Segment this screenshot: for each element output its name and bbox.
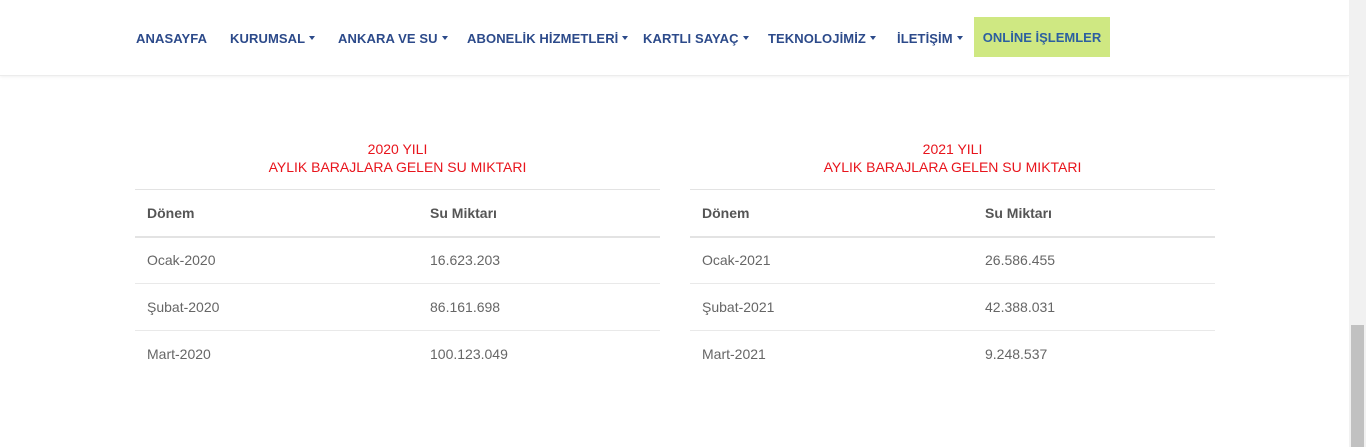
period-cell: Şubat-2020 [135, 283, 418, 331]
table-row: Şubat-2020 86.161.698 [135, 283, 660, 331]
nav-item-iletisim[interactable]: İLETİŞİM [897, 0, 963, 76]
table-title-year: 2020 YILI [367, 141, 428, 157]
caret-down-icon [742, 36, 749, 40]
nav-item-label: ABONELİK HİZMETLERİ [467, 30, 619, 46]
volume-cell: 9.248.537 [985, 346, 1048, 363]
column-header-donem: Dönem [690, 189, 973, 238]
period-cell: Mart-2020 [147, 346, 211, 363]
caret-down-icon [622, 36, 629, 40]
water-volume-table-2021: Dönem Su Miktarı Ocak-2021 26.586.455 Şu… [690, 189, 1215, 378]
table-title: 2020 YILI AYLIK BARAJLARA GELEN SU MIKTA… [135, 130, 660, 189]
nav-item-label: KARTLI SAYAÇ [643, 30, 739, 46]
water-volume-table-2020: Dönem Su Miktarı Ocak-2020 16.623.203 Şu… [135, 189, 660, 378]
nav-item-anasayfa[interactable]: ANASAYFA [136, 0, 207, 76]
vertical-scrollbar[interactable] [1349, 0, 1366, 447]
volume-cell: 26.586.455 [973, 236, 1215, 284]
nav-item-ankara-ve-su[interactable]: ANKARA VE SU [338, 0, 448, 76]
nav-item-label: KURUMSAL [230, 30, 306, 46]
caret-down-icon [869, 36, 876, 40]
table-row: Mart-2020 100.123.049 [135, 331, 660, 378]
table-row: Ocak-2021 26.586.455 [690, 236, 1215, 284]
table-row: Mart-2021 9.248.537 [690, 331, 1215, 378]
nav-item-abonelik-hizmetleri[interactable]: ABONELİK HİZMETLERİ [467, 0, 629, 76]
scrollbar-thumb[interactable] [1351, 325, 1364, 447]
table-row: Şubat-2021 42.388.031 [690, 283, 1215, 331]
nav-item-label: ANKARA VE SU [338, 30, 438, 46]
volume-cell: 86.161.698 [418, 283, 660, 331]
nav-item-kartli-sayac[interactable]: KARTLI SAYAÇ [643, 0, 749, 76]
nav-item-label: ANASAYFA [136, 30, 208, 46]
caret-down-icon [956, 36, 963, 40]
nav-menu: ANASAYFA KURUMSAL ANKARA VE SU ABONELİK … [0, 0, 1349, 76]
volume-cell: 16.623.203 [418, 236, 660, 284]
column-header-donem: Dönem [135, 189, 418, 238]
volume-cell: 100.123.049 [430, 346, 508, 363]
table-title-subtitle: AYLIK BARAJLARA GELEN SU MIKTARI [823, 159, 1082, 175]
period-cell: Şubat-2021 [690, 283, 973, 331]
table-title-subtitle: AYLIK BARAJLARA GELEN SU MIKTARI [268, 159, 527, 175]
nav-item-label: İLETİŞİM [897, 30, 953, 46]
nav-item-kurumsal[interactable]: KURUMSAL [230, 0, 316, 76]
caret-down-icon [309, 36, 316, 40]
main-navbar: ANASAYFA KURUMSAL ANKARA VE SU ABONELİK … [0, 0, 1349, 76]
column-header-su-miktari: Su Miktarı [418, 189, 660, 238]
table-2020-section: 2020 YILI AYLIK BARAJLARA GELEN SU MIKTA… [135, 130, 660, 378]
table-header-row: Dönem Su Miktarı [690, 189, 1215, 238]
table-row: Ocak-2020 16.623.203 [135, 236, 660, 284]
caret-down-icon [441, 36, 448, 40]
table-2021-section: 2021 YILI AYLIK BARAJLARA GELEN SU MIKTA… [690, 130, 1215, 378]
table-title-year: 2021 YILI [922, 141, 983, 157]
column-header-su-miktari: Su Miktarı [973, 189, 1215, 238]
volume-cell: 42.388.031 [973, 283, 1215, 331]
period-cell: Ocak-2021 [690, 236, 973, 284]
nav-item-teknolojimiz[interactable]: TEKNOLOJİMİZ [768, 0, 876, 76]
page: ANASAYFA KURUMSAL ANKARA VE SU ABONELİK … [0, 0, 1366, 447]
table-header-row: Dönem Su Miktarı [135, 189, 660, 238]
table-title: 2021 YILI AYLIK BARAJLARA GELEN SU MIKTA… [690, 130, 1215, 189]
period-cell: Ocak-2020 [135, 236, 418, 284]
period-cell: Mart-2021 [702, 346, 766, 363]
nav-item-label: TEKNOLOJİMİZ [768, 30, 866, 46]
online-islemler-button[interactable]: ONLİNE İŞLEMLER [974, 17, 1110, 57]
